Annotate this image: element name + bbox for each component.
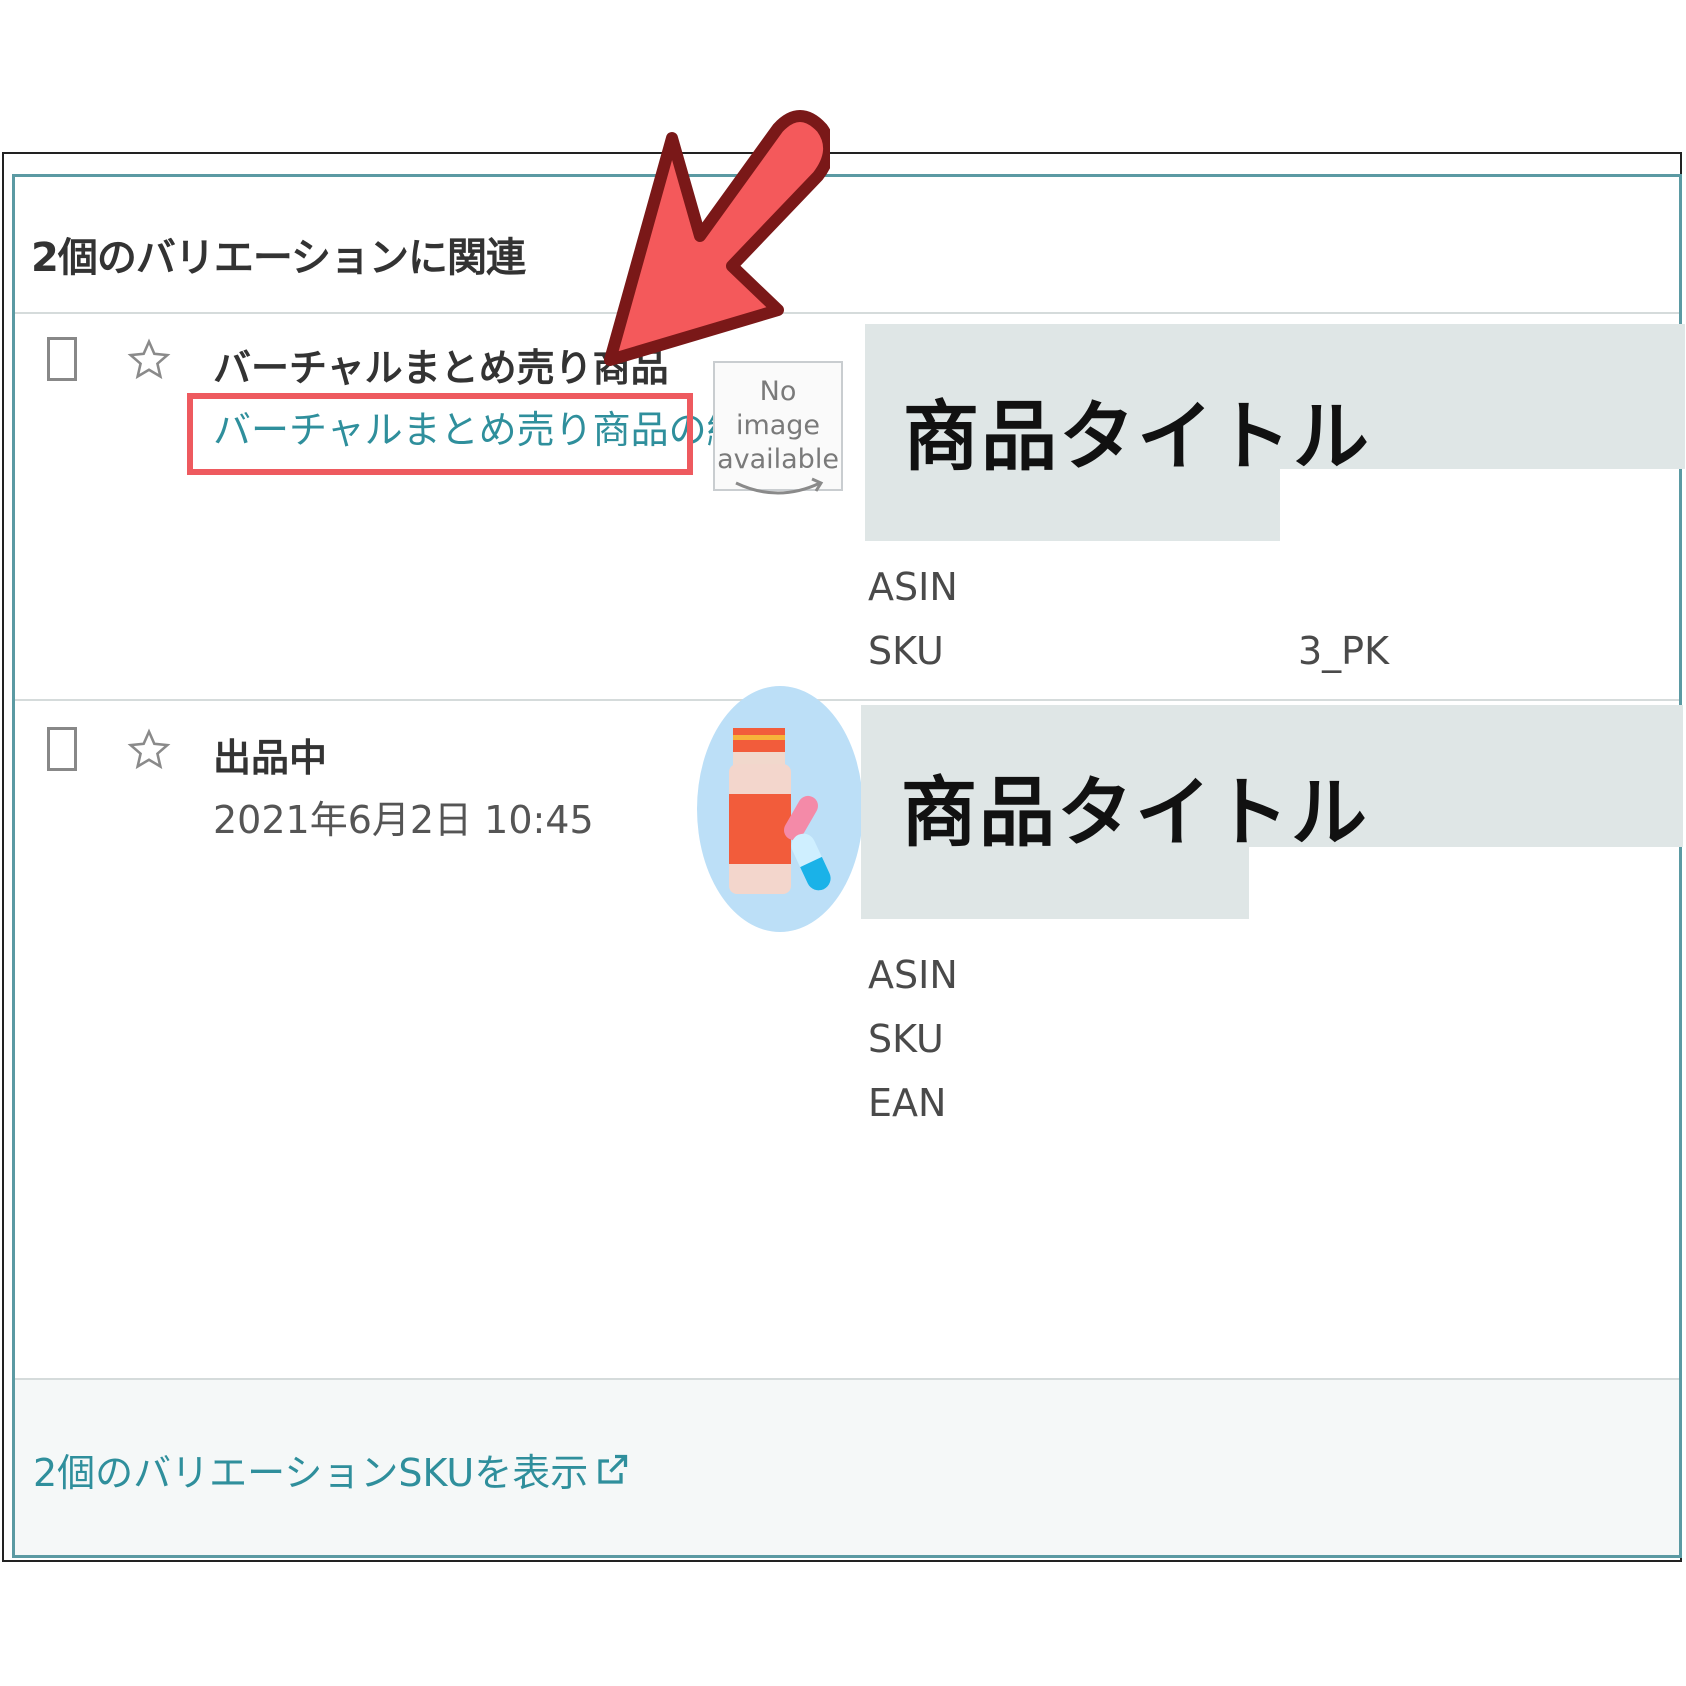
star-icon[interactable]	[127, 335, 171, 385]
row-1-checkbox[interactable]	[47, 337, 77, 381]
no-image-line1: No image	[735, 376, 821, 441]
card-footer: 2個のバリエーションSKUを表示	[15, 1378, 1679, 1555]
sku-label: SKU	[868, 629, 944, 673]
ean-label: EAN	[868, 1081, 947, 1125]
asin-label: ASIN	[868, 953, 958, 997]
product-title-overlay: 商品タイトル	[903, 392, 1371, 481]
listing-date: 2021年6月2日 10:45	[213, 798, 594, 842]
no-image-placeholder: No image available	[713, 361, 843, 495]
medicine-bottle-icon	[697, 686, 863, 932]
card-header: 2個のバリエーションに関連	[15, 177, 1679, 314]
variation-card: 2個のバリエーションに関連 バーチャルまとめ売り商品 バーチャルまとめ売り商品の…	[12, 174, 1685, 1558]
listing-status: 出品中	[213, 736, 328, 780]
star-icon[interactable]	[127, 725, 171, 775]
highlight-annotation	[187, 393, 693, 475]
sku-value: 3_PK	[1298, 629, 1390, 673]
smile-icon	[735, 477, 824, 495]
sku-label: SKU	[868, 1017, 944, 1061]
asin-label: ASIN	[868, 565, 958, 609]
product-title-overlay: 商品タイトル	[901, 768, 1369, 857]
row-2-checkbox[interactable]	[47, 727, 77, 771]
view-variation-skus-label: 2個のバリエーションSKUを表示	[33, 1451, 589, 1495]
no-image-line2: available	[717, 444, 839, 475]
card-title: 2個のバリエーションに関連	[31, 235, 526, 281]
external-link-icon	[598, 1454, 628, 1484]
view-variation-skus-link[interactable]: 2個のバリエーションSKUを表示	[33, 1442, 630, 1497]
annotation-arrow-icon	[604, 110, 830, 366]
